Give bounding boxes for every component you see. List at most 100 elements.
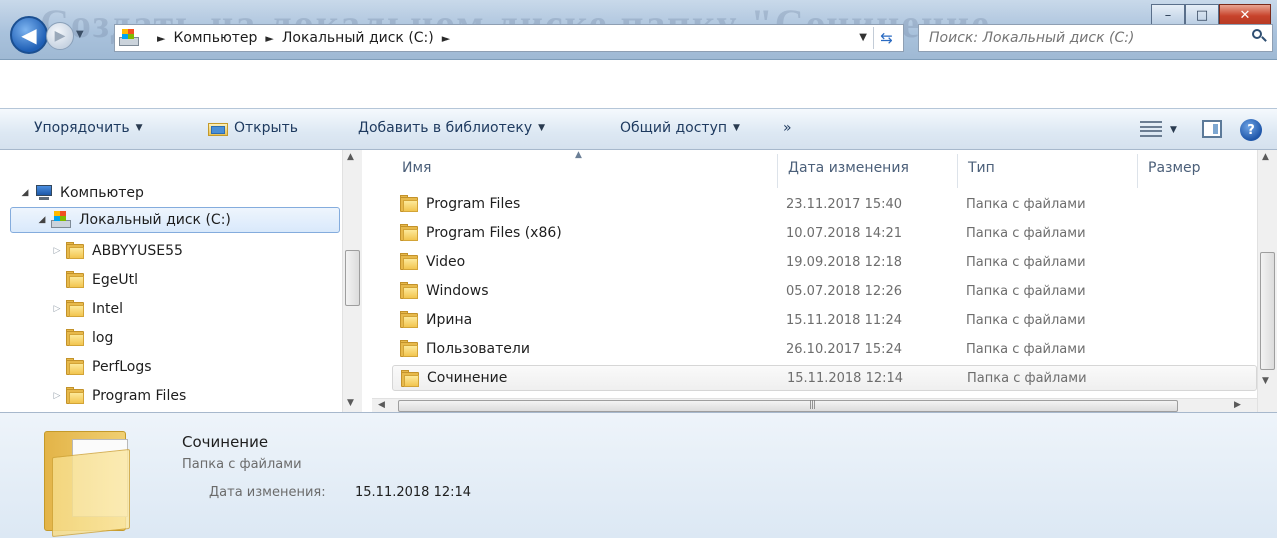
collapsed-arrow-icon[interactable]: ▷ <box>50 304 64 314</box>
breadcrumb-separator-icon[interactable]: ► <box>265 32 273 45</box>
column-header-size[interactable]: Размер <box>1148 160 1201 176</box>
scrollbar-thumb[interactable]: ||| <box>398 400 1178 412</box>
breadcrumb-separator-icon[interactable]: ► <box>157 32 165 45</box>
folder-icon <box>400 224 418 241</box>
preview-pane-icon[interactable] <box>1202 120 1222 138</box>
folder-icon <box>66 329 84 346</box>
open-label: Открыть <box>234 120 298 136</box>
scroll-down-icon[interactable]: ▼ <box>347 398 354 408</box>
breadcrumb-computer[interactable]: Компьютер <box>173 30 257 46</box>
tree-item-folder[interactable]: log <box>50 325 113 351</box>
details-type: Папка с файлами <box>182 457 302 472</box>
arrow-left-icon: ◀ <box>21 23 37 47</box>
column-divider[interactable] <box>1137 154 1138 188</box>
tree-item-label: Компьютер <box>60 185 144 201</box>
details-date-value: 15.11.2018 12:14 <box>355 485 472 500</box>
collapsed-arrow-icon[interactable]: ▷ <box>50 246 64 256</box>
column-header-date[interactable]: Дата изменения <box>788 160 909 176</box>
collapsed-arrow-icon[interactable]: ▷ <box>50 391 64 401</box>
search-icon[interactable] <box>1252 29 1267 43</box>
help-icon[interactable]: ? <box>1240 119 1262 141</box>
folder-icon <box>401 370 419 387</box>
file-type: Папка с файлами <box>966 341 1086 357</box>
tree-item-folder[interactable]: ▷ Intel <box>50 296 123 322</box>
tree-item-computer[interactable]: ◢ Компьютер <box>18 180 144 206</box>
column-divider[interactable] <box>777 154 778 188</box>
file-list-horizontal-scrollbar[interactable]: ◀ ||| ▶ <box>372 398 1257 412</box>
tree-item-folder[interactable]: ▷ Program Files <box>50 383 186 409</box>
scroll-up-icon[interactable]: ▲ <box>347 152 354 162</box>
address-bar[interactable]: ► Компьютер ► Локальный диск (C:) ► ▼ ⇆ <box>114 24 904 52</box>
arrow-right-icon: ▶ <box>54 28 66 44</box>
file-row[interactable]: Ирина 15.11.2018 11:24 Папка с файлами <box>392 307 1257 333</box>
view-options-icon[interactable] <box>1140 121 1162 137</box>
search-box[interactable] <box>918 24 1273 52</box>
history-dropdown-icon[interactable]: ▼ <box>76 29 84 40</box>
more-commands-button[interactable]: » <box>783 120 792 136</box>
open-button[interactable]: Открыть <box>208 120 298 136</box>
details-date-label: Дата изменения: <box>209 485 326 500</box>
file-name: Сочинение <box>427 370 508 386</box>
scroll-down-icon[interactable]: ▼ <box>1262 376 1269 386</box>
file-row[interactable]: Windows 05.07.2018 12:26 Папка с файлами <box>392 278 1257 304</box>
address-dropdown-icon[interactable]: ▼ <box>859 32 867 43</box>
breadcrumb-drive[interactable]: Локальный диск (C:) <box>282 30 434 46</box>
file-date: 05.07.2018 12:26 <box>786 283 903 299</box>
file-list-vertical-scrollbar[interactable]: ▲ ▼ <box>1257 150 1277 412</box>
back-button[interactable]: ◀ <box>10 16 48 54</box>
file-name: Video <box>426 254 466 270</box>
file-list: Имя ▲ Дата изменения Тип Размер Program … <box>372 150 1257 398</box>
command-bar: Упорядочить ▼ Открыть Добавить в библиоте… <box>0 108 1277 150</box>
organize-label: Упорядочить <box>34 120 130 136</box>
file-row-selected[interactable]: Сочинение 15.11.2018 12:14 Папка с файла… <box>392 365 1257 391</box>
file-type: Папка с файлами <box>966 196 1086 212</box>
add-to-library-menu[interactable]: Добавить в библиотеку ▼ <box>358 120 545 136</box>
sort-ascending-icon: ▲ <box>575 150 582 160</box>
scroll-up-icon[interactable]: ▲ <box>1262 152 1269 162</box>
tree-item-folder[interactable]: PerfLogs <box>50 354 152 380</box>
share-menu[interactable]: Общий доступ ▼ <box>620 120 740 136</box>
details-pane: Сочинение Папка с файлами Дата изменения… <box>0 412 1277 538</box>
scroll-left-icon[interactable]: ◀ <box>378 400 385 410</box>
refresh-button[interactable]: ⇆ <box>873 27 899 49</box>
file-date: 26.10.2017 15:24 <box>786 341 903 357</box>
folder-icon <box>400 340 418 357</box>
add-to-library-label: Добавить в библиотеку <box>358 120 533 136</box>
file-type: Папка с файлами <box>967 370 1087 386</box>
column-header-type[interactable]: Тип <box>968 160 995 176</box>
expanded-arrow-icon[interactable]: ◢ <box>35 215 49 225</box>
file-row[interactable]: Video 19.09.2018 12:18 Папка с файлами <box>392 249 1257 275</box>
computer-icon <box>34 185 54 201</box>
file-row[interactable]: Пользователи 26.10.2017 15:24 Папка с фа… <box>392 336 1257 362</box>
scrollbar-thumb[interactable] <box>345 250 360 306</box>
tree-item-drive[interactable]: ◢ Локальный диск (C:) <box>10 207 340 233</box>
folder-icon <box>400 311 418 328</box>
search-input[interactable] <box>929 30 1239 46</box>
file-row[interactable]: Program Files 23.11.2017 15:40 Папка с ф… <box>392 191 1257 217</box>
folder-icon <box>66 271 84 288</box>
breadcrumb-separator-icon[interactable]: ► <box>442 32 450 45</box>
file-date: 15.11.2018 12:14 <box>787 370 904 386</box>
folder-icon <box>66 387 84 404</box>
tree-item-folder[interactable]: EgeUtl <box>50 267 138 293</box>
file-row[interactable]: Program Files (x86) 10.07.2018 14:21 Пап… <box>392 220 1257 246</box>
column-divider[interactable] <box>957 154 958 188</box>
nav-scrollbar[interactable]: ▲ ▼ <box>342 150 362 412</box>
organize-menu[interactable]: Упорядочить ▼ <box>34 120 143 136</box>
tree-item-label: Program Files <box>92 388 187 404</box>
file-date: 10.07.2018 14:21 <box>786 225 903 241</box>
file-name: Ирина <box>426 312 473 328</box>
tree-item-folder[interactable]: ▷ ABBYYUSE55 <box>50 238 183 264</box>
folder-icon <box>66 242 84 259</box>
scroll-right-icon[interactable]: ▶ <box>1234 400 1241 410</box>
navigation-pane: ◢ Компьютер ◢ Локальный диск (C:) ▷ ABBY… <box>0 150 362 412</box>
forward-button[interactable]: ▶ <box>46 22 74 50</box>
column-header-name[interactable]: Имя <box>402 160 431 176</box>
scrollbar-thumb[interactable] <box>1260 252 1275 370</box>
file-type: Папка с файлами <box>966 283 1086 299</box>
expanded-arrow-icon[interactable]: ◢ <box>18 188 32 198</box>
view-dropdown-icon[interactable]: ▼ <box>1170 125 1177 135</box>
file-type: Папка с файлами <box>966 254 1086 270</box>
folder-icon <box>66 300 84 317</box>
grip-icon: ||| <box>809 400 816 410</box>
